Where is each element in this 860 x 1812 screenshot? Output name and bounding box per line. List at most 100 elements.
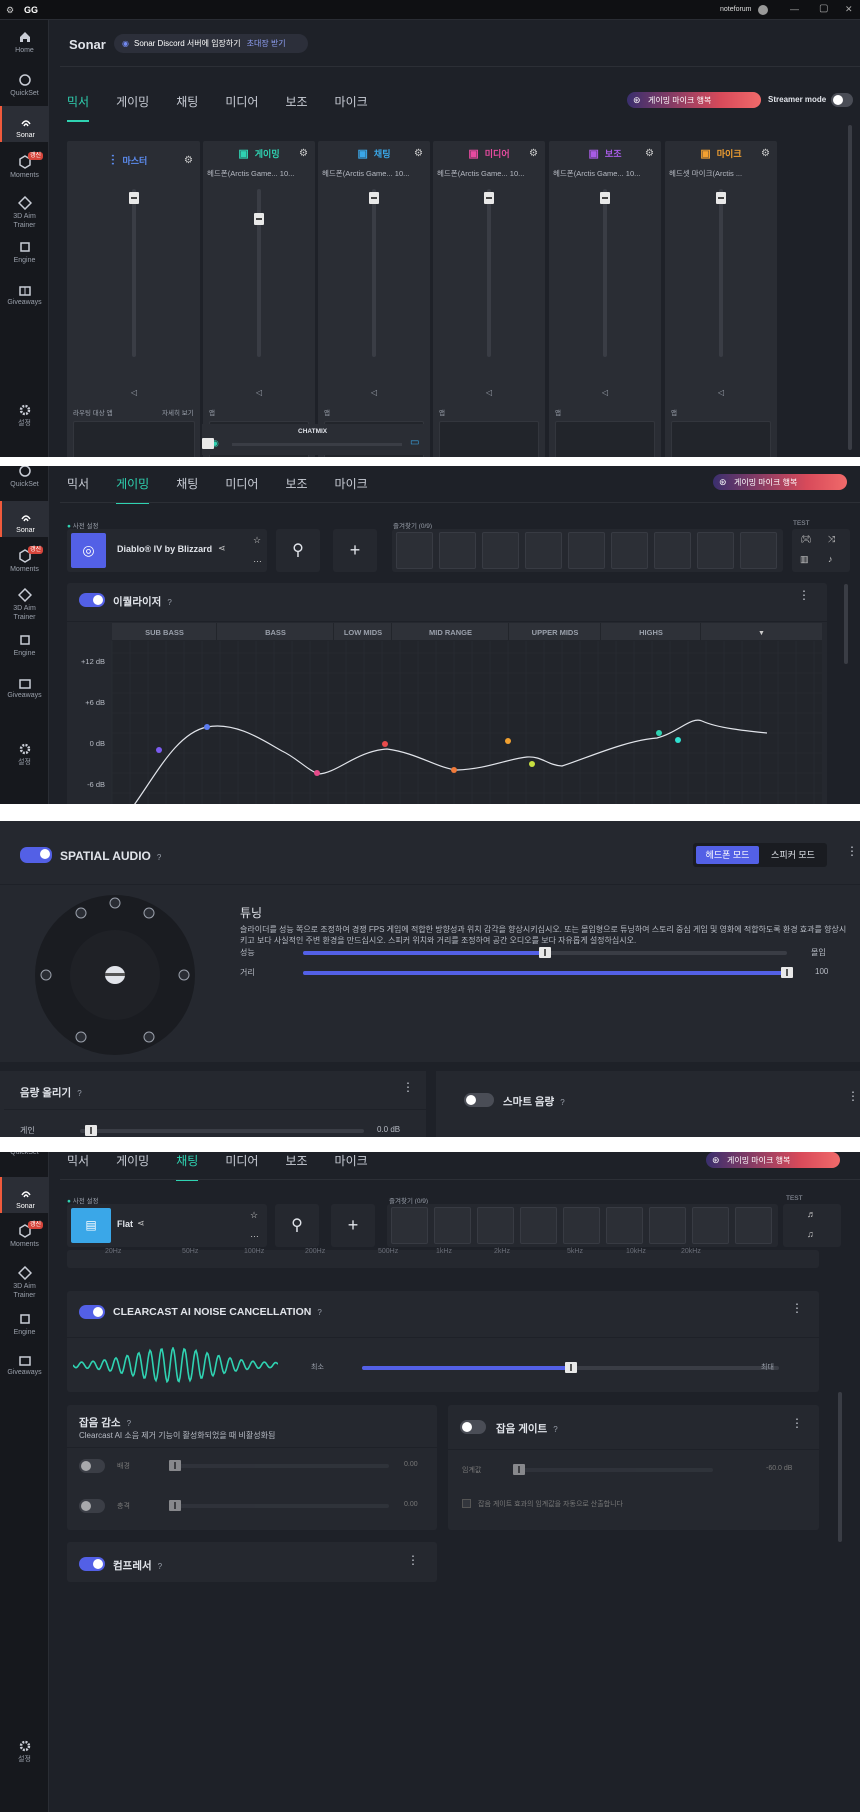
channel-gear-icon[interactable]: ⚙ bbox=[645, 148, 657, 160]
sidebar-item-engine[interactable]: Engine bbox=[0, 633, 49, 658]
tab-aux[interactable]: 보조 bbox=[285, 1152, 307, 1175]
channel-volume-knob[interactable] bbox=[254, 213, 264, 225]
speaker-icon[interactable] bbox=[143, 907, 155, 919]
add-preset-button[interactable]: + bbox=[333, 529, 377, 572]
background-knob[interactable] bbox=[169, 1460, 181, 1471]
impact-knob[interactable] bbox=[169, 1500, 181, 1511]
minimize-button[interactable]: — bbox=[790, 4, 799, 14]
user-name[interactable]: noteforum bbox=[720, 6, 752, 13]
sidebar-item-engine[interactable]: Engine bbox=[0, 1312, 49, 1337]
eq-point[interactable] bbox=[451, 767, 457, 773]
channel-device[interactable]: 헤드폰(Arctis Game... 10... bbox=[322, 168, 426, 179]
headphone-mode-button[interactable]: 헤드폰 모드 bbox=[696, 846, 759, 864]
background-slider[interactable] bbox=[169, 1460, 389, 1471]
sidebar-item-giveaways[interactable]: Giveaways bbox=[0, 675, 49, 700]
speaker-icon[interactable] bbox=[75, 1031, 87, 1043]
channel-device[interactable]: 헤드셋 마이크(Arctis ... bbox=[669, 168, 773, 179]
tab-chat[interactable]: 채팅 bbox=[176, 475, 198, 498]
speaker-icon[interactable] bbox=[40, 969, 52, 981]
eq-point[interactable] bbox=[529, 761, 535, 767]
more-options-icon[interactable]: ⋮ bbox=[407, 1554, 419, 1566]
music-icon[interactable]: ♪ bbox=[828, 554, 833, 564]
sidebar-item-sonar[interactable]: Sonar bbox=[0, 1177, 49, 1213]
sidebar-item-moments[interactable]: 갱신 Moments bbox=[0, 152, 49, 180]
master-volume-knob[interactable] bbox=[129, 192, 139, 204]
add-preset-button[interactable]: + bbox=[331, 1204, 375, 1247]
master-gear-icon[interactable]: ⚙ bbox=[184, 155, 196, 167]
sidebar-item-quickset[interactable]: QuickSet bbox=[0, 466, 49, 489]
maximize-button[interactable]: ▢ bbox=[819, 3, 828, 14]
preset-card[interactable]: ▤ Flat ⋖ ☆ … bbox=[67, 1204, 267, 1247]
sidebar-item-settings[interactable]: 설정 bbox=[0, 742, 49, 767]
sidebar-item-moments[interactable]: 갱신 Moments bbox=[0, 1221, 49, 1249]
avatar[interactable] bbox=[758, 5, 768, 15]
favorite-slot[interactable] bbox=[439, 532, 476, 569]
chatmix-track[interactable] bbox=[232, 443, 402, 446]
speaker-icon[interactable] bbox=[75, 907, 87, 919]
distance-knob[interactable] bbox=[781, 967, 793, 978]
discord-link[interactable]: 초대장 받기 bbox=[247, 38, 286, 49]
share-icon[interactable]: ⋖ bbox=[137, 1218, 145, 1229]
gaming-mic-button[interactable]: ⊛ 게이밍 마이크 행복 bbox=[706, 1152, 840, 1168]
scrollbar[interactable] bbox=[844, 584, 848, 664]
eq-point[interactable] bbox=[204, 724, 210, 730]
channel-volume-knob[interactable] bbox=[369, 192, 379, 204]
chatmix-knob[interactable] bbox=[202, 438, 214, 449]
favorite-slot[interactable] bbox=[482, 532, 519, 569]
scrollbar[interactable] bbox=[848, 125, 852, 450]
background-toggle[interactable] bbox=[79, 1459, 105, 1473]
gaming-mic-button[interactable]: ⊛ 게이밍 마이크 행복 bbox=[627, 92, 761, 108]
sidebar-item-aim-trainer[interactable]: 3D Aim Trainer bbox=[0, 1266, 49, 1300]
channel-volume-knob[interactable] bbox=[484, 192, 494, 204]
discord-banner[interactable]: ◉ Sonar Discord 서버에 입장하기 초대장 받기 bbox=[114, 34, 308, 53]
channel-gear-icon[interactable]: ⚙ bbox=[299, 148, 311, 160]
clearcast-knob[interactable] bbox=[564, 1362, 577, 1373]
sidebar-item-engine[interactable]: Engine bbox=[0, 240, 49, 265]
speaker-icon[interactable] bbox=[178, 969, 190, 981]
star-icon[interactable]: ☆ bbox=[253, 535, 261, 546]
favorite-slot[interactable] bbox=[396, 532, 433, 569]
tab-media[interactable]: 미디어 bbox=[225, 475, 258, 498]
channel-volume-track[interactable] bbox=[484, 189, 494, 357]
sidebar-item-giveaways[interactable]: Giveaways bbox=[0, 1352, 49, 1377]
channel-volume-track[interactable] bbox=[369, 189, 379, 357]
tab-mixer[interactable]: 믹서 bbox=[67, 475, 89, 498]
tab-chat[interactable]: 채팅 bbox=[176, 93, 198, 116]
gain-slider[interactable] bbox=[80, 1125, 364, 1136]
impact-toggle[interactable] bbox=[79, 1499, 105, 1513]
channel-volume-track[interactable] bbox=[716, 189, 726, 357]
tab-gaming[interactable]: 게이밍 bbox=[116, 93, 149, 116]
speaker-icon[interactable]: ◁ bbox=[129, 388, 139, 398]
eq-point[interactable] bbox=[675, 737, 681, 743]
favorite-slot[interactable] bbox=[520, 1207, 557, 1244]
channel-device[interactable]: 헤드폰(Arctis Game... 10... bbox=[553, 168, 657, 179]
speaker-icon[interactable] bbox=[143, 1031, 155, 1043]
clearcast-toggle[interactable] bbox=[79, 1305, 105, 1319]
eq-point[interactable] bbox=[505, 738, 511, 744]
voice-test-icon[interactable]: ♬ bbox=[807, 1209, 816, 1219]
favorite-slot[interactable] bbox=[391, 1207, 428, 1244]
more-icon[interactable]: … bbox=[253, 554, 262, 564]
eq-point[interactable] bbox=[314, 770, 320, 776]
speaker-icon[interactable]: ◁ bbox=[369, 388, 379, 398]
shuffle-icon[interactable]: ⤨ bbox=[828, 534, 835, 545]
sidebar-item-moments[interactable]: 갱신 Moments bbox=[0, 546, 49, 574]
star-icon[interactable]: ☆ bbox=[250, 1210, 258, 1221]
gamepad-icon[interactable]: 🎮︎ bbox=[800, 534, 811, 545]
tab-gaming[interactable]: 게이밍 bbox=[116, 1152, 149, 1175]
gain-knob[interactable] bbox=[85, 1125, 97, 1136]
sidebar-item-giveaways[interactable]: Giveaways bbox=[0, 282, 49, 307]
favorite-slot[interactable] bbox=[697, 532, 734, 569]
speaker-icon[interactable]: ◁ bbox=[600, 388, 610, 398]
favorite-slot[interactable] bbox=[611, 532, 648, 569]
speaker-layout[interactable] bbox=[34, 894, 196, 1056]
more-options-icon[interactable]: ⋮ bbox=[791, 1417, 803, 1429]
channel-volume-track[interactable] bbox=[254, 189, 264, 357]
film-icon[interactable]: ▥ bbox=[800, 554, 809, 565]
speaker-icon[interactable]: ◁ bbox=[716, 388, 726, 398]
threshold-slider[interactable] bbox=[513, 1464, 713, 1475]
speaker-mode-button[interactable]: 스피커 모드 bbox=[763, 846, 823, 864]
share-icon[interactable]: ⋖ bbox=[218, 543, 226, 554]
chatmix-control[interactable]: CHATMIX ◉ ▭ bbox=[202, 424, 430, 455]
eq-point[interactable] bbox=[656, 730, 662, 736]
